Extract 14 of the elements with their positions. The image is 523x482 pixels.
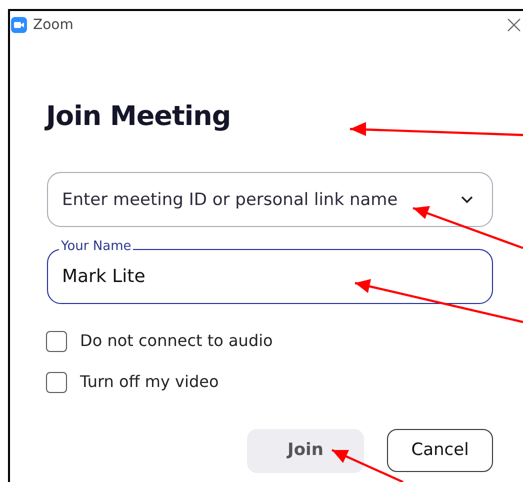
close-button[interactable] — [506, 17, 522, 33]
checkbox[interactable] — [46, 372, 67, 392]
annotation-arrow — [332, 449, 404, 482]
video-camera-icon — [11, 17, 27, 33]
dialog-heading: Join Meeting — [46, 100, 231, 134]
checkbox[interactable] — [46, 330, 67, 352]
checkbox-label: Turn off my video — [80, 371, 219, 393]
chevron-down-icon — [461, 196, 473, 204]
meeting-id-dropdown[interactable]: Enter meeting ID or personal link name — [47, 172, 493, 227]
close-icon — [506, 17, 522, 33]
cancel-button[interactable]: Cancel — [387, 429, 493, 472]
name-input-field[interactable]: Mark Lite — [47, 249, 493, 304]
window-title: Zoom — [33, 16, 74, 34]
checkbox-label: Do not connect to audio — [80, 330, 273, 352]
